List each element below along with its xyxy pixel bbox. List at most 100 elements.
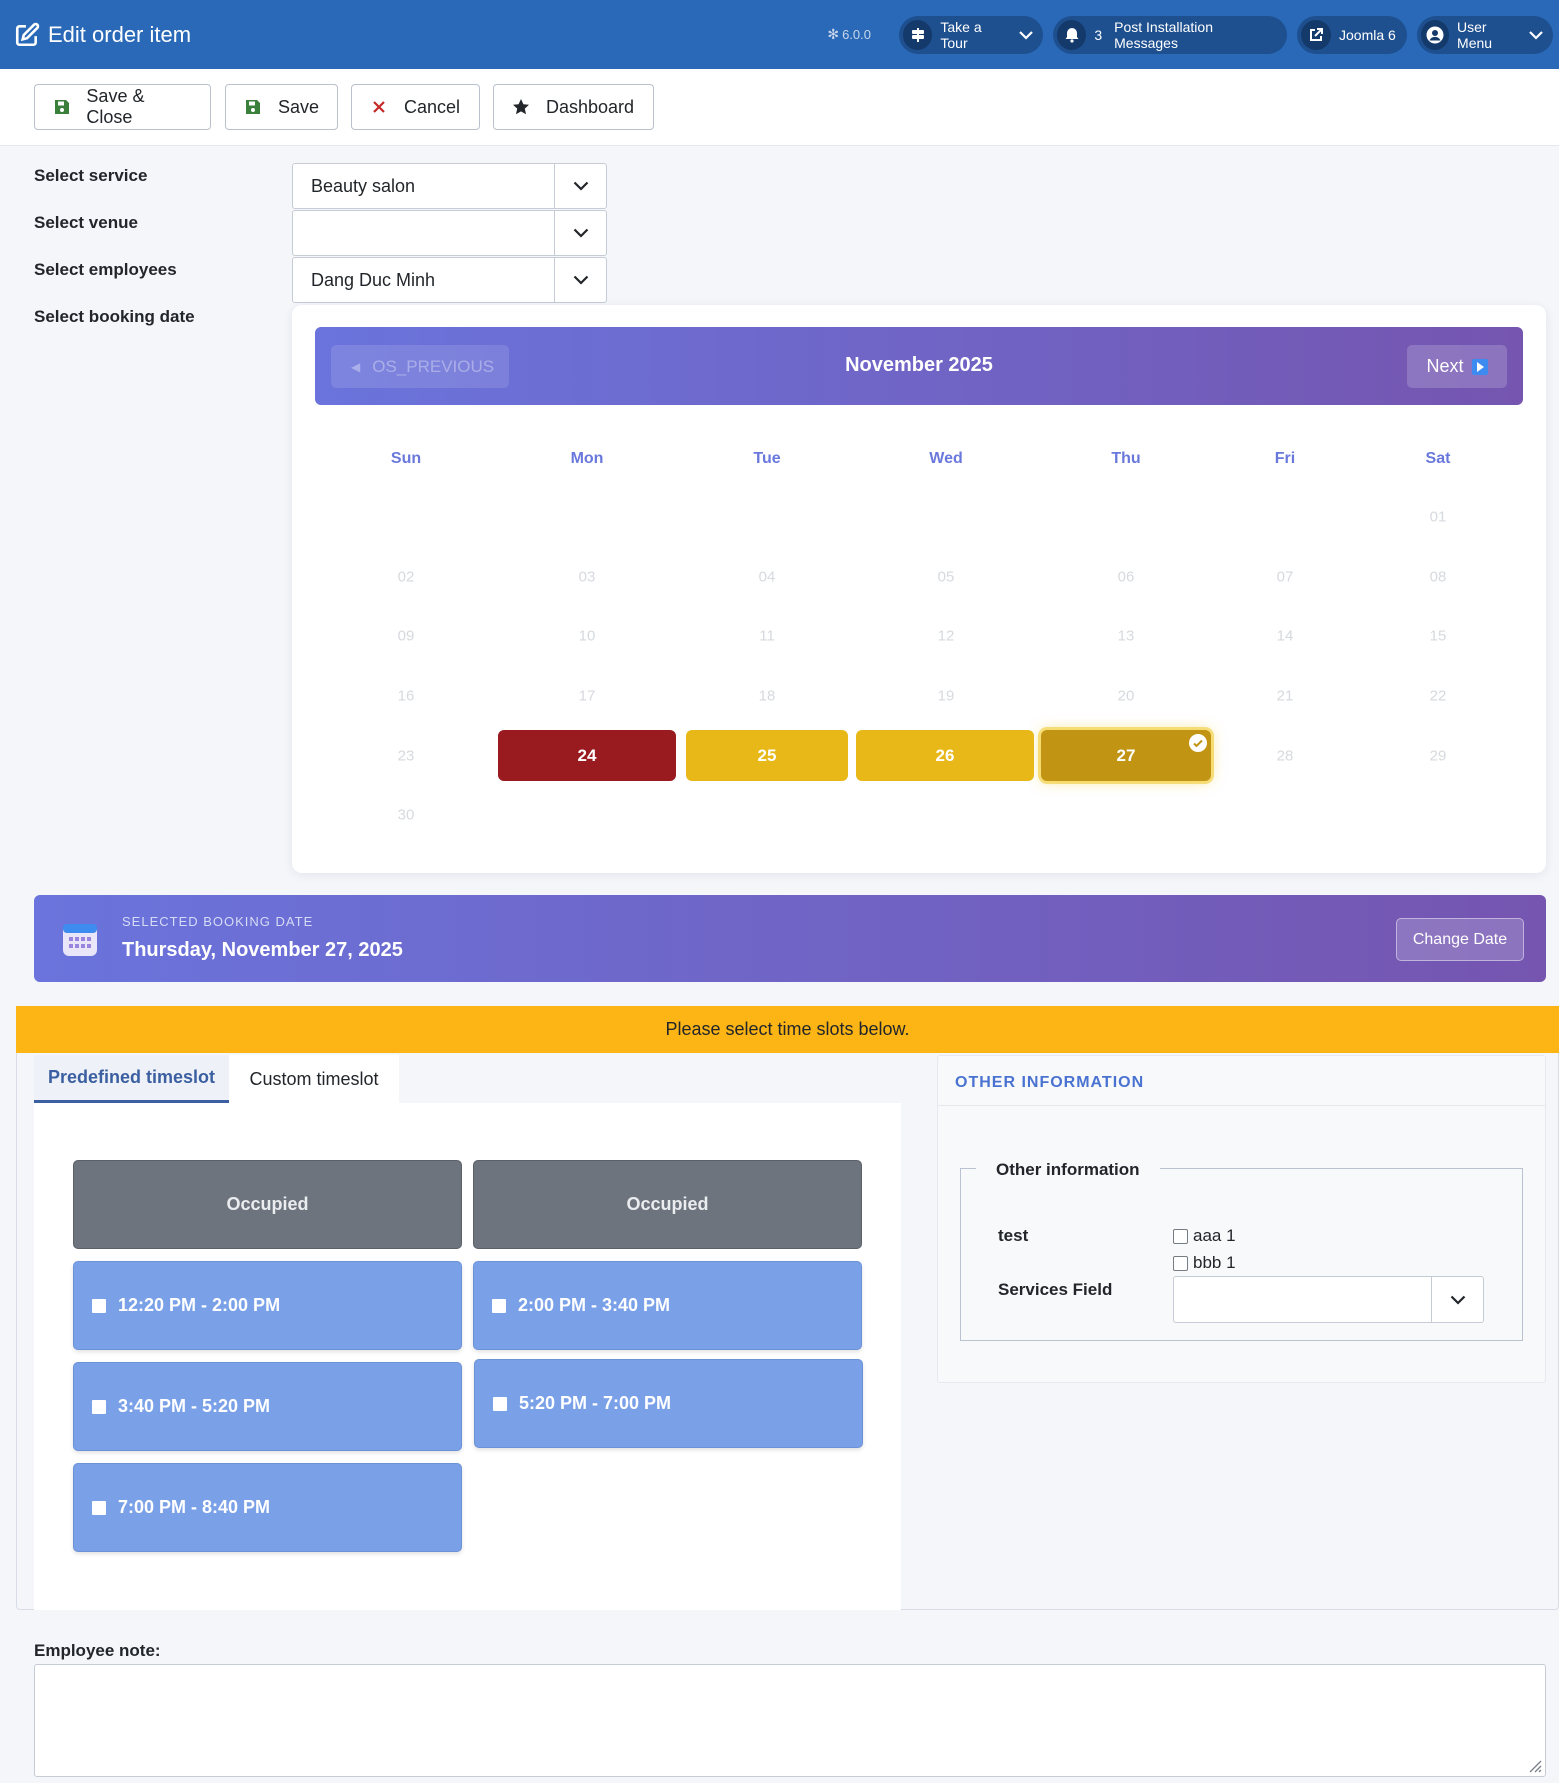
- weekday-sun: Sun: [390, 450, 422, 467]
- employee-note-label: Employee note:: [34, 1641, 161, 1660]
- calendar-day: 14: [1276, 627, 1294, 645]
- chevron-down-icon: [1529, 27, 1543, 43]
- timeslot-label: 7:00 PM - 8:40 PM: [118, 1497, 271, 1517]
- weekday-thu: Thu: [1111, 450, 1141, 467]
- calendar-day: 17: [578, 687, 596, 705]
- save-label: Save: [277, 96, 319, 117]
- next-month-button[interactable]: Next: [1407, 345, 1507, 388]
- timeslot-label: 2:00 PM - 3:40 PM: [518, 1295, 671, 1315]
- cancel-button[interactable]: Cancel: [351, 84, 480, 130]
- employees-select[interactable]: Dang Duc Minh: [292, 257, 607, 303]
- services-field-label: Services Field: [998, 1280, 1113, 1299]
- star-icon: [512, 98, 530, 116]
- checkbox[interactable]: [1173, 1228, 1188, 1244]
- timeslot-checkbox[interactable]: [492, 1298, 506, 1313]
- toolbar: Save & Close Save Cancel Dashboard: [0, 69, 1559, 146]
- timeslot-occupied: Occupied: [473, 1160, 862, 1249]
- test-option-aaa[interactable]: aaa 1: [1173, 1226, 1236, 1246]
- user-icon: [1421, 19, 1450, 50]
- calendar-day: 15: [1429, 627, 1447, 645]
- calendar-day: 04: [758, 568, 776, 586]
- weekday-mon: Mon: [570, 450, 604, 467]
- change-date-button[interactable]: Change Date: [1396, 918, 1524, 961]
- timeslot-option[interactable]: 7:00 PM - 8:40 PM: [73, 1463, 462, 1552]
- calendar-day: 05: [937, 568, 955, 586]
- weekday-wed: Wed: [929, 450, 963, 467]
- checkbox[interactable]: [1173, 1255, 1188, 1271]
- arrow-right-icon: [1471, 358, 1488, 375]
- venue-label: Select venue: [34, 213, 138, 232]
- timeslot-checkbox[interactable]: [493, 1396, 507, 1411]
- other-information-panel: OTHER INFORMATION Other information test…: [937, 1055, 1546, 1383]
- timeslot-checkbox[interactable]: [92, 1399, 106, 1414]
- take-tour-label: Take a Tour: [940, 18, 982, 51]
- service-label: Select service: [34, 166, 148, 185]
- post-install-messages-button[interactable]: 3 Post Installation Messages: [1053, 15, 1287, 54]
- calendar-day-available[interactable]: 26: [856, 730, 1034, 781]
- calendar-day: 06: [1117, 568, 1135, 586]
- calendar-day: 01: [1429, 508, 1447, 526]
- cancel-label: Cancel: [404, 96, 461, 117]
- calendar-day: 19: [937, 687, 955, 705]
- joomla-logo-icon: ✻: [827, 26, 840, 42]
- timeslot-option[interactable]: 2:00 PM - 3:40 PM: [473, 1261, 862, 1350]
- tab-predefined-timeslot[interactable]: Predefined timeslot: [34, 1055, 229, 1103]
- calendar-day: 13: [1117, 627, 1135, 645]
- save-icon: [53, 98, 70, 116]
- timeslot-option[interactable]: 3:40 PM - 5:20 PM: [73, 1362, 462, 1451]
- calendar-icon: [63, 924, 97, 956]
- close-icon: [370, 98, 388, 116]
- timeslot-option[interactable]: 5:20 PM - 7:00 PM: [474, 1359, 863, 1448]
- joomla-label: Joomla 6: [1339, 26, 1396, 43]
- calendar-day: 20: [1117, 687, 1135, 705]
- external-link-icon: [1301, 19, 1331, 50]
- edit-icon: [15, 22, 40, 46]
- resize-handle-icon[interactable]: [1528, 1759, 1542, 1773]
- timeslot-panel: Occupied Occupied 12:20 PM - 2:00 PM 2:0…: [34, 1103, 901, 1610]
- calendar-day: 11: [759, 627, 775, 645]
- save-close-button[interactable]: Save & Close: [34, 84, 211, 130]
- user-menu-button[interactable]: User Menu: [1417, 15, 1553, 54]
- weekday-fri: Fri: [1274, 450, 1296, 467]
- next-label: Next: [1426, 356, 1464, 376]
- chevron-down-icon: [554, 164, 606, 208]
- signpost-icon: [903, 19, 933, 50]
- tab-custom-timeslot[interactable]: Custom timeslot: [229, 1055, 399, 1103]
- joomla-site-link[interactable]: Joomla 6: [1297, 15, 1407, 54]
- chevron-down-icon: [554, 258, 606, 302]
- service-value: Beauty salon: [311, 175, 416, 196]
- selected-date-caption: SELECTED BOOKING DATE: [122, 914, 314, 929]
- calendar-day: 09: [397, 627, 415, 645]
- take-tour-button[interactable]: Take a Tour: [899, 15, 1043, 54]
- calendar-day: 28: [1276, 747, 1294, 765]
- services-field-select[interactable]: [1173, 1276, 1484, 1323]
- calendar-day-available[interactable]: 25: [686, 730, 848, 781]
- calendar-day: 08: [1429, 568, 1447, 586]
- calendar-day-booked[interactable]: 24: [498, 730, 676, 781]
- version-text: 6.0.0: [842, 27, 871, 42]
- top-header: Edit order item ✻ 6.0.0 Take a Tour 3 Po…: [0, 0, 1559, 69]
- timeslot-checkbox[interactable]: [92, 1500, 106, 1515]
- venue-select[interactable]: [292, 210, 607, 256]
- service-select[interactable]: Beauty salon: [292, 163, 607, 209]
- dashboard-label: Dashboard: [546, 96, 635, 117]
- test-label: test: [998, 1226, 1029, 1245]
- chevron-down-icon: [1431, 1277, 1483, 1322]
- employee-note-textarea[interactable]: [34, 1664, 1546, 1777]
- chevron-down-icon: [1019, 27, 1033, 43]
- selected-day-number: 27: [1116, 745, 1136, 765]
- calendar-day: 12: [937, 627, 955, 645]
- save-icon: [244, 98, 262, 116]
- timeslot-checkbox[interactable]: [92, 1298, 106, 1313]
- calendar-day-selected[interactable]: 27: [1041, 730, 1211, 781]
- calendar-day: 29: [1429, 747, 1447, 765]
- dashboard-button[interactable]: Dashboard: [493, 84, 654, 130]
- calendar-month: November 2025: [845, 354, 993, 376]
- calendar-header: ◀ OS_PREVIOUS November 2025 Next: [315, 327, 1523, 405]
- test-option-bbb[interactable]: bbb 1: [1173, 1253, 1236, 1273]
- save-button[interactable]: Save: [225, 84, 338, 130]
- timeslot-option[interactable]: 12:20 PM - 2:00 PM: [73, 1261, 462, 1350]
- weekday-tue: Tue: [753, 450, 781, 467]
- timeslot-occupied: Occupied: [73, 1160, 462, 1249]
- employees-value: Dang Duc Minh: [311, 269, 436, 290]
